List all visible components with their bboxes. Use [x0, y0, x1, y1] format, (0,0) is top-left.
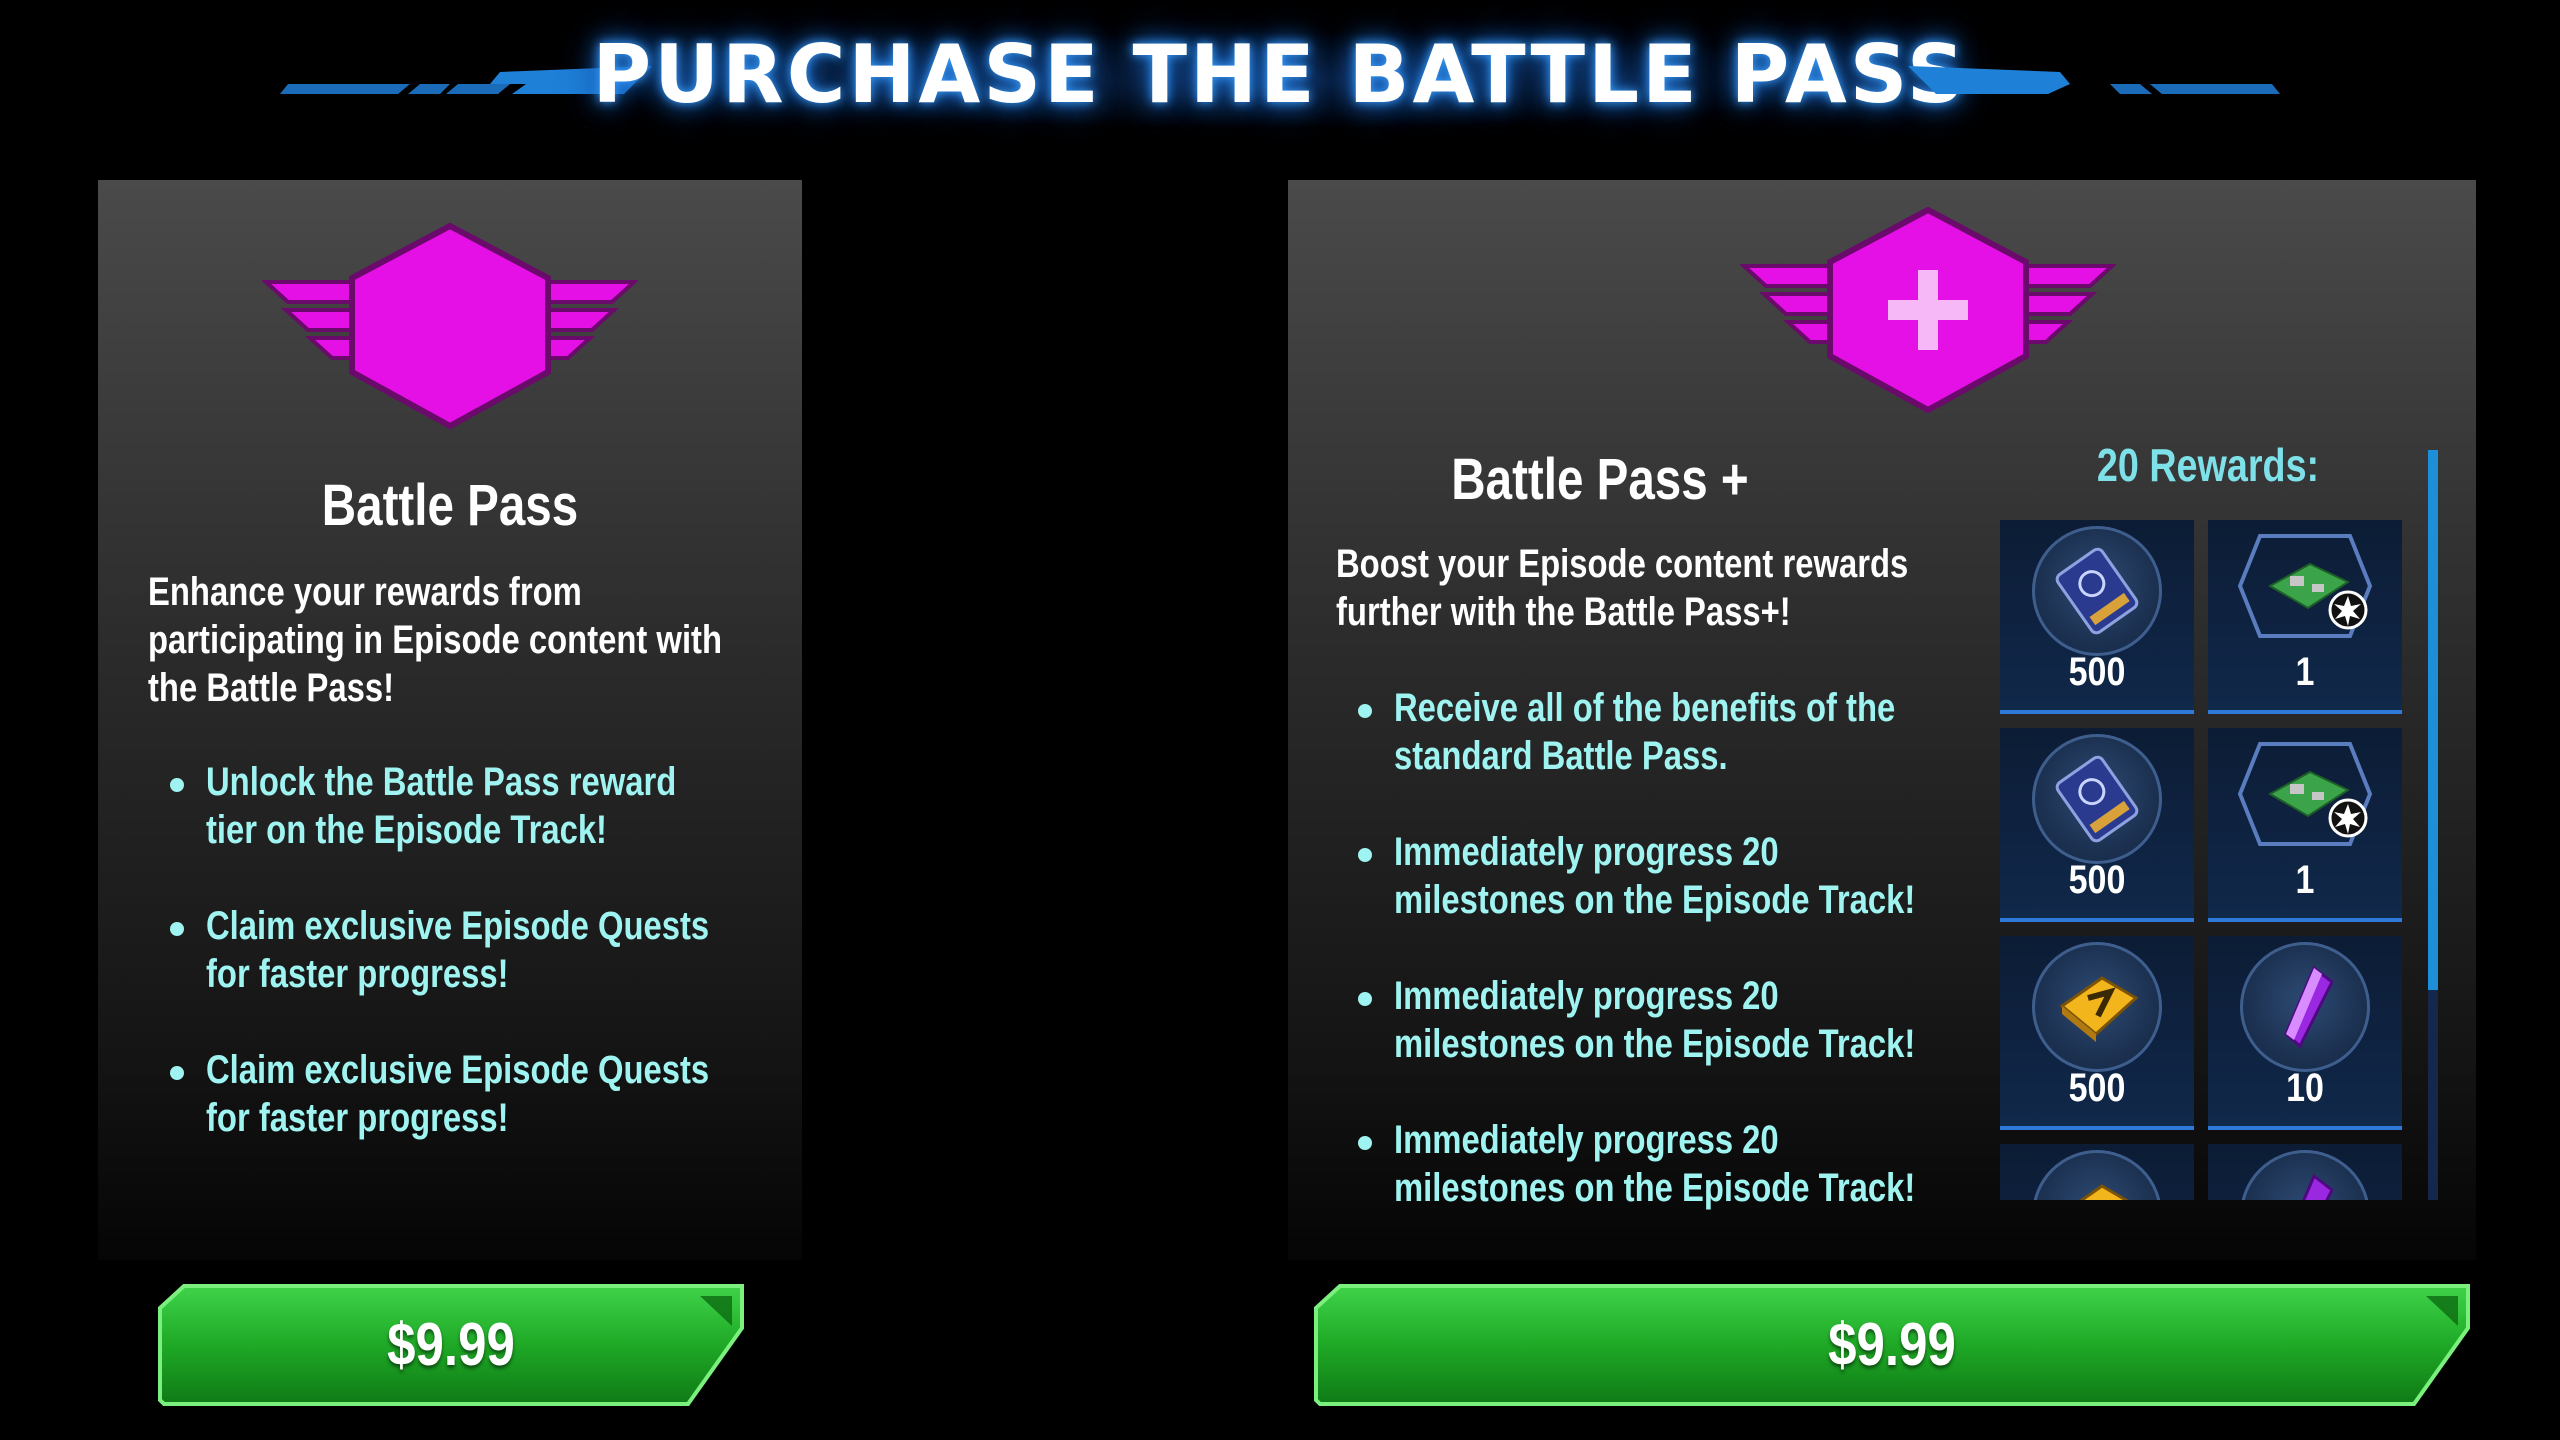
bullet-line: for faster progress!	[206, 1096, 509, 1140]
reward-quantity: 1	[2295, 650, 2315, 694]
bullet-line: Immediately progress 20	[1394, 830, 1779, 874]
bullet-line: standard Battle Pass.	[1394, 734, 1728, 778]
reward-tile[interactable]: 500	[2000, 520, 2194, 714]
battle-pass-title: Battle Pass	[321, 473, 579, 538]
bullet-line: Unlock the Battle Pass reward	[206, 760, 677, 804]
tech-chip-icon	[2055, 547, 2139, 635]
battle-pass-plus-title: Battle Pass +	[1451, 447, 1749, 512]
price-label: $9.99	[1828, 1311, 1956, 1378]
battle-pass-purchase-screen: PURCHASE THE BATTLE PASS Battle Pass Enh…	[0, 0, 2560, 1440]
description-line: Enhance your rewards from	[148, 570, 582, 614]
gold-plate-icon	[2079, 1184, 2129, 1200]
winged-hexagon-icon	[262, 222, 638, 430]
reward-tile[interactable]: 1	[2208, 728, 2402, 922]
bullet-line: tier on the Episode Track!	[206, 808, 607, 852]
reward-tile[interactable]: 10	[2208, 936, 2402, 1130]
reward-quantity: 500	[2068, 650, 2126, 694]
tech-chip-icon	[2055, 755, 2139, 843]
circuit-board-icon	[2237, 534, 2373, 638]
rewards-grid[interactable]: 500 1 500 1 500 10	[2000, 520, 2410, 1200]
description-line: participating in Episode content with	[148, 618, 723, 662]
description-line: further with the Battle Pass+!	[1336, 590, 1791, 634]
description-line: Boost your Episode content rewards	[1336, 542, 1909, 586]
bullet-line: Immediately progress 20	[1394, 1118, 1779, 1162]
price-label: $9.99	[387, 1311, 515, 1378]
header: PURCHASE THE BATTLE PASS	[0, 0, 2560, 160]
rewards-scrollbar-thumb[interactable]	[2428, 450, 2438, 990]
bullet-line: Claim exclusive Episode Quests	[206, 1048, 710, 1092]
bullet-line: Receive all of the benefits of the	[1394, 686, 1896, 730]
reward-tile[interactable]	[2208, 1144, 2402, 1200]
purple-crystal-icon	[2284, 965, 2334, 1049]
bullet-line: milestones on the Episode Track!	[1394, 1166, 1916, 1210]
bullet-line: for faster progress!	[206, 952, 509, 996]
rewards-title: 20 Rewards:	[2096, 439, 2320, 491]
reward-quantity: 500	[2068, 1066, 2126, 1110]
reward-quantity: 10	[2286, 1066, 2324, 1110]
circuit-board-icon	[2237, 742, 2373, 846]
bullet-dot	[170, 1066, 184, 1080]
purple-crystal-icon	[2302, 1173, 2334, 1200]
description-line: the Battle Pass!	[148, 666, 395, 710]
buy-battle-pass-plus-button[interactable]: $9.99	[1314, 1282, 2470, 1410]
reward-quantity: 500	[2068, 858, 2126, 902]
bullet-line: milestones on the Episode Track!	[1394, 1022, 1916, 1066]
reward-quantity: 1	[2295, 858, 2315, 902]
bullet-line: milestones on the Episode Track!	[1394, 878, 1916, 922]
bullet-dot	[170, 922, 184, 936]
reward-tile[interactable]: 500	[2000, 728, 2194, 922]
reward-tile[interactable]: 500	[2000, 936, 2194, 1130]
buy-battle-pass-button[interactable]: $9.99	[158, 1282, 744, 1410]
bullet-line: Immediately progress 20	[1394, 974, 1779, 1018]
bullet-dot	[1358, 1136, 1372, 1150]
reward-tile[interactable]	[2000, 1144, 2194, 1200]
bullet-dot	[1358, 992, 1372, 1006]
bullet-line: Claim exclusive Episode Quests	[206, 904, 710, 948]
bullet-dot	[1358, 704, 1372, 718]
winged-hexagon-plus-icon	[1740, 206, 2116, 414]
bullet-dot	[1358, 848, 1372, 862]
header-right-ornament	[1908, 66, 2280, 94]
bullet-dot	[170, 778, 184, 792]
reward-tile[interactable]: 1	[2208, 520, 2402, 714]
gold-plate-icon	[2059, 976, 2139, 1042]
